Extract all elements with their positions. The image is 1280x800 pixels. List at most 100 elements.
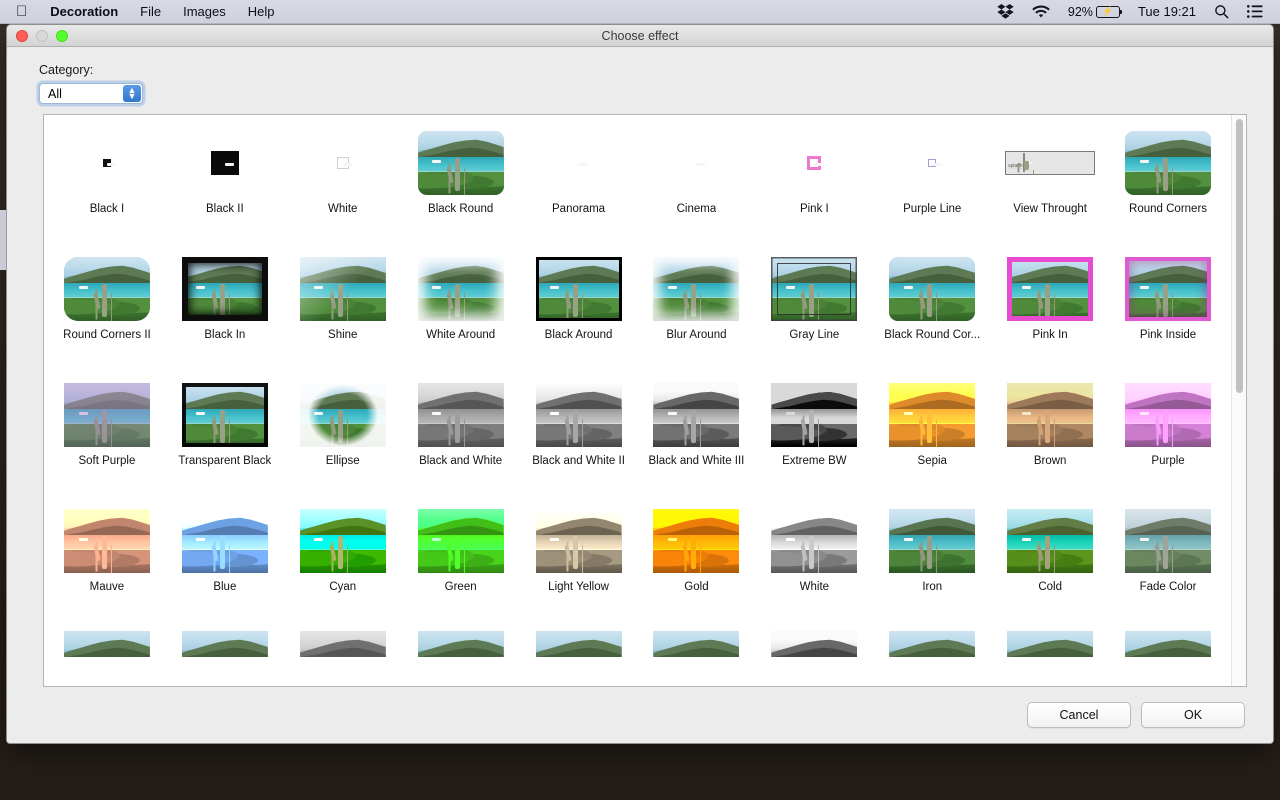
effect-thumbnail[interactable] [650,253,742,325]
effect-cell[interactable]: Ellipse [284,379,402,499]
effect-thumbnail[interactable] [179,127,271,199]
effect-thumbnail[interactable] [297,127,389,199]
effect-thumbnail[interactable] [415,253,507,325]
effect-cell[interactable]: Light Yellow [520,505,638,625]
effect-thumbnail[interactable] [61,505,153,577]
effect-thumbnail[interactable]: splash [1004,127,1096,199]
scrollbar-thumb[interactable] [1236,119,1243,393]
category-select[interactable]: All ▲▼ [39,83,143,104]
effect-thumbnail[interactable] [650,505,742,577]
ok-button[interactable]: OK [1141,702,1245,728]
effect-thumbnail[interactable] [415,505,507,577]
effect-thumbnail[interactable] [1122,127,1214,199]
effect-thumbnail[interactable] [179,631,271,657]
effect-cell[interactable]: Cyan [284,505,402,625]
effect-cell[interactable] [48,631,166,661]
effect-thumbnail[interactable] [61,379,153,451]
effect-cell[interactable]: Sepia [873,379,991,499]
effect-cell[interactable] [755,631,873,661]
effect-cell[interactable] [166,631,284,661]
effect-cell[interactable] [402,631,520,661]
menu-item-decoration[interactable]: Decoration [39,0,129,24]
effect-cell[interactable]: Panorama [520,127,638,247]
effect-cell[interactable]: Cinema [638,127,756,247]
cancel-button[interactable]: Cancel [1027,702,1131,728]
effect-thumbnail[interactable] [768,379,860,451]
effect-cell[interactable]: Gray Line [755,253,873,373]
effect-cell[interactable]: Pink I [755,127,873,247]
effect-thumbnail[interactable] [1122,631,1214,657]
effect-cell[interactable]: Fade Color [1109,505,1227,625]
menu-item-help[interactable]: Help [237,0,286,24]
effect-cell[interactable]: Gold [638,505,756,625]
effect-thumbnail[interactable] [533,379,625,451]
effect-thumbnail[interactable] [61,127,153,199]
effect-thumbnail[interactable] [415,379,507,451]
effect-thumbnail[interactable] [61,253,153,325]
effect-cell[interactable]: Purple Line [873,127,991,247]
effect-cell[interactable]: Black and White II [520,379,638,499]
effect-cell[interactable]: Black Around [520,253,638,373]
effect-cell[interactable]: Black and White [402,379,520,499]
wifi-icon[interactable] [1023,0,1059,24]
effect-thumbnail[interactable] [179,505,271,577]
effect-cell[interactable]: Pink Inside [1109,253,1227,373]
effect-cell[interactable]: Black and White III [638,379,756,499]
effect-thumbnail[interactable] [1004,253,1096,325]
effect-cell[interactable] [991,631,1109,661]
effect-cell[interactable]: White [755,505,873,625]
effect-thumbnail[interactable] [886,379,978,451]
effect-cell[interactable]: White [284,127,402,247]
effect-cell[interactable]: Extreme BW [755,379,873,499]
effect-cell[interactable]: Black Round Cor... [873,253,991,373]
effect-thumbnail[interactable] [415,631,507,657]
effect-thumbnail[interactable] [1122,505,1214,577]
effect-thumbnail[interactable] [768,631,860,657]
effect-thumbnail[interactable] [533,253,625,325]
control-center-list-icon[interactable] [1238,0,1272,24]
effects-scroll-area[interactable]: Black IBlack IIWhiteBlack RoundPanoramaC… [44,115,1231,686]
effect-cell[interactable] [1109,631,1227,661]
effect-cell[interactable]: Iron [873,505,991,625]
effect-cell[interactable]: Round Corners [1109,127,1227,247]
effect-cell[interactable]: Transparent Black [166,379,284,499]
effect-thumbnail[interactable] [886,127,978,199]
effect-cell[interactable]: Blue [166,505,284,625]
search-icon[interactable] [1205,0,1238,24]
effect-thumbnail[interactable] [533,505,625,577]
dropbox-icon[interactable] [988,0,1023,24]
effect-thumbnail[interactable] [886,253,978,325]
chevron-updown-icon[interactable]: ▲▼ [123,85,141,102]
effect-cell[interactable]: Green [402,505,520,625]
effect-cell[interactable]: Pink In [991,253,1109,373]
effect-thumbnail[interactable] [1122,379,1214,451]
effect-cell[interactable]: Black II [166,127,284,247]
effect-thumbnail[interactable] [297,379,389,451]
effect-cell[interactable] [284,631,402,661]
effect-thumbnail[interactable] [297,253,389,325]
effect-thumbnail[interactable] [650,127,742,199]
apple-menu-icon[interactable]:  [8,4,39,19]
effect-thumbnail[interactable] [768,253,860,325]
effect-thumbnail[interactable] [650,379,742,451]
effect-thumbnail[interactable] [533,127,625,199]
effect-cell[interactable] [520,631,638,661]
effect-cell[interactable] [873,631,991,661]
effect-thumbnail[interactable] [886,631,978,657]
effect-thumbnail[interactable] [768,127,860,199]
effect-thumbnail[interactable] [533,631,625,657]
effect-cell[interactable]: Soft Purple [48,379,166,499]
effect-thumbnail[interactable] [61,631,153,657]
minimize-button[interactable] [36,30,48,42]
effect-thumbnail[interactable] [179,379,271,451]
effect-thumbnail[interactable] [415,127,507,199]
menu-bar-clock[interactable]: Tue 19:21 [1129,0,1205,24]
effect-cell[interactable]: Purple [1109,379,1227,499]
close-button[interactable] [16,30,28,42]
effect-cell[interactable]: White Around [402,253,520,373]
window-title-bar[interactable]: Choose effect [7,25,1273,47]
battery-status[interactable]: 92% ⚡ [1059,0,1129,24]
effect-thumbnail[interactable] [297,505,389,577]
effect-cell[interactable]: Cold [991,505,1109,625]
effect-cell[interactable]: Blur Around [638,253,756,373]
